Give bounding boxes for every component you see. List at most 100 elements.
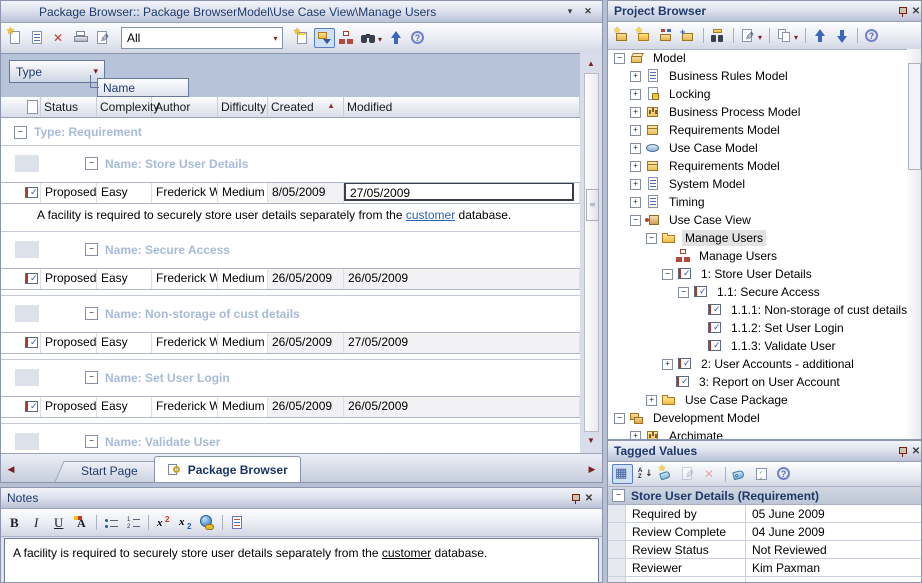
cell-author[interactable]: Frederick W... — [152, 397, 218, 417]
subscript-icon[interactable] — [175, 513, 196, 533]
tagged-value-row[interactable]: Review StatusNot Reviewed — [608, 541, 921, 559]
collapse-icon[interactable]: − — [85, 371, 98, 384]
scroll-down-icon[interactable]: ▼ — [583, 434, 599, 448]
tagged-value-row[interactable]: Review Complete04 June 2009 — [608, 523, 921, 541]
bold-icon[interactable] — [5, 513, 26, 533]
expand-icon[interactable]: + — [630, 179, 641, 190]
new-tag-icon[interactable] — [656, 464, 677, 484]
tree-item[interactable]: Manage Users — [608, 247, 907, 265]
expand-icon[interactable]: + — [646, 395, 657, 406]
combo-caret-icon[interactable]: ▾ — [269, 34, 282, 43]
tagged-value-row[interactable] — [608, 577, 921, 583]
pin-icon[interactable] — [897, 5, 909, 17]
cell-created[interactable]: 26/05/2009 — [268, 333, 344, 353]
cell-status[interactable]: Proposed — [41, 183, 97, 203]
tag-value[interactable]: Not Reviewed — [746, 541, 921, 558]
selected-cell[interactable]: 27/05/2009 — [344, 183, 574, 201]
notes-titlebar[interactable]: Notes ✕ — [1, 488, 602, 509]
cell-author[interactable]: Frederick W... — [152, 183, 218, 203]
column-header-complexity[interactable]: Complexity — [97, 97, 152, 117]
tree-item[interactable]: +System Model — [608, 175, 907, 193]
tag-value[interactable]: 04 June 2009 — [746, 523, 921, 540]
close-icon[interactable]: ✕ — [582, 493, 596, 504]
tree-item[interactable]: +Locking — [608, 85, 907, 103]
note-link[interactable]: customer — [406, 208, 455, 222]
collapse-icon[interactable]: − — [85, 435, 98, 448]
tagged-group-header[interactable]: − Store User Details (Requirement) — [608, 487, 921, 505]
scrollbar-track[interactable]: ≡ — [584, 73, 599, 432]
table-row[interactable]: ProposedEasyFrederick W...Medium26/05/20… — [1, 268, 580, 290]
scrollbar-thumb[interactable]: ≡ — [586, 189, 599, 221]
new-diagram-icon[interactable] — [656, 26, 677, 46]
collapse-icon[interactable]: − — [85, 243, 98, 256]
copy-caret-icon[interactable] — [793, 29, 799, 43]
cell-status[interactable]: Proposed — [41, 397, 97, 417]
copy-icon[interactable] — [774, 26, 801, 46]
cell-complexity[interactable]: Easy — [97, 333, 152, 353]
hyperlink-icon[interactable] — [197, 513, 218, 533]
table-row[interactable]: ProposedEasyFrederick W...Medium26/05/20… — [1, 396, 580, 418]
expand-icon[interactable]: + — [630, 161, 641, 172]
tree-item[interactable]: −Use Case View — [608, 211, 907, 229]
tag-value[interactable]: Kim Paxman — [746, 559, 921, 576]
find-in-browser-icon[interactable] — [708, 26, 729, 46]
italic-icon[interactable] — [27, 513, 48, 533]
table-row[interactable]: ProposedEasyFrederick W...Medium8/05/200… — [1, 182, 580, 204]
expand-icon[interactable]: + — [630, 71, 641, 82]
window-close-icon[interactable]: ✕ — [580, 6, 596, 17]
tree-item[interactable]: +Use Case Package — [608, 391, 907, 409]
collapse-icon[interactable]: − — [646, 233, 657, 244]
cell-complexity[interactable]: Easy — [97, 269, 152, 289]
expand-icon[interactable]: + — [630, 107, 641, 118]
help-icon[interactable] — [862, 26, 883, 46]
tree-item[interactable]: 1.1.2: Set User Login — [608, 319, 907, 337]
collapse-icon[interactable]: − — [678, 287, 689, 298]
collapse-icon[interactable]: − — [614, 53, 625, 64]
tree-item[interactable]: −1.1: Secure Access — [608, 283, 907, 301]
default-tags-icon[interactable] — [752, 464, 773, 484]
tag-value[interactable]: 05 June 2009 — [746, 505, 921, 522]
column-header-difficulty[interactable]: Difficulty — [218, 97, 268, 117]
collapse-icon[interactable]: − — [612, 489, 625, 502]
tab-scroll-left-icon[interactable]: ◀ — [3, 456, 19, 482]
vertical-scrollbar[interactable]: ▲ ≡ ▼ — [583, 57, 599, 448]
cell-author[interactable]: Frederick W... — [152, 269, 218, 289]
column-header-icon[interactable] — [1, 97, 41, 117]
pin-icon[interactable] — [570, 492, 582, 504]
tab-package-browser[interactable]: Package Browser — [154, 456, 301, 482]
column-header-status[interactable]: Status — [41, 97, 97, 117]
edit-tag-icon[interactable] — [678, 464, 699, 484]
edit-caret-icon[interactable] — [757, 29, 763, 43]
notes-editor[interactable]: A facility is required to securely store… — [4, 538, 599, 582]
collapse-icon[interactable]: − — [662, 269, 673, 280]
move-down-icon[interactable] — [832, 26, 853, 46]
cell-complexity[interactable]: Easy — [97, 183, 152, 203]
collapse-icon[interactable]: − — [14, 126, 27, 139]
show-tags-icon[interactable] — [730, 464, 751, 484]
search-icon[interactable] — [358, 28, 385, 48]
new-linked-document-icon[interactable] — [227, 513, 248, 533]
column-header-author[interactable]: Author — [152, 97, 218, 117]
show-grid-icon[interactable] — [612, 464, 633, 484]
cell-difficulty[interactable]: Medium — [218, 333, 268, 353]
cell-modified[interactable]: 27/05/2009 — [344, 333, 580, 353]
new-element-icon[interactable] — [678, 26, 699, 46]
tree-item[interactable]: 1.1.3: Validate User — [608, 337, 907, 355]
tree-item[interactable]: −Manage Users — [608, 229, 907, 247]
search-caret-icon[interactable] — [377, 31, 383, 45]
column-header-modified[interactable]: Modified — [344, 97, 580, 117]
print-icon[interactable] — [71, 28, 92, 48]
tree-item[interactable]: +Business Rules Model — [608, 67, 907, 85]
cell-created[interactable]: 26/05/2009 — [268, 397, 344, 417]
project-browser-titlebar[interactable]: Project Browser ✕ — [608, 1, 921, 22]
cell-modified[interactable]: 26/05/2009 — [344, 269, 580, 289]
numbered-list-icon[interactable] — [123, 513, 144, 533]
window-menu-icon[interactable]: ▾ — [562, 6, 578, 17]
table-row[interactable]: ProposedEasyFrederick W...Medium26/05/20… — [1, 332, 580, 354]
cell-status[interactable]: Proposed — [41, 269, 97, 289]
tree-item[interactable]: +Timing — [608, 193, 907, 211]
expand-icon[interactable]: + — [662, 359, 673, 370]
tree-item[interactable]: +Use Case Model — [608, 139, 907, 157]
cell-created[interactable]: 8/05/2009 — [268, 183, 344, 203]
cell-created[interactable]: 26/05/2009 — [268, 269, 344, 289]
